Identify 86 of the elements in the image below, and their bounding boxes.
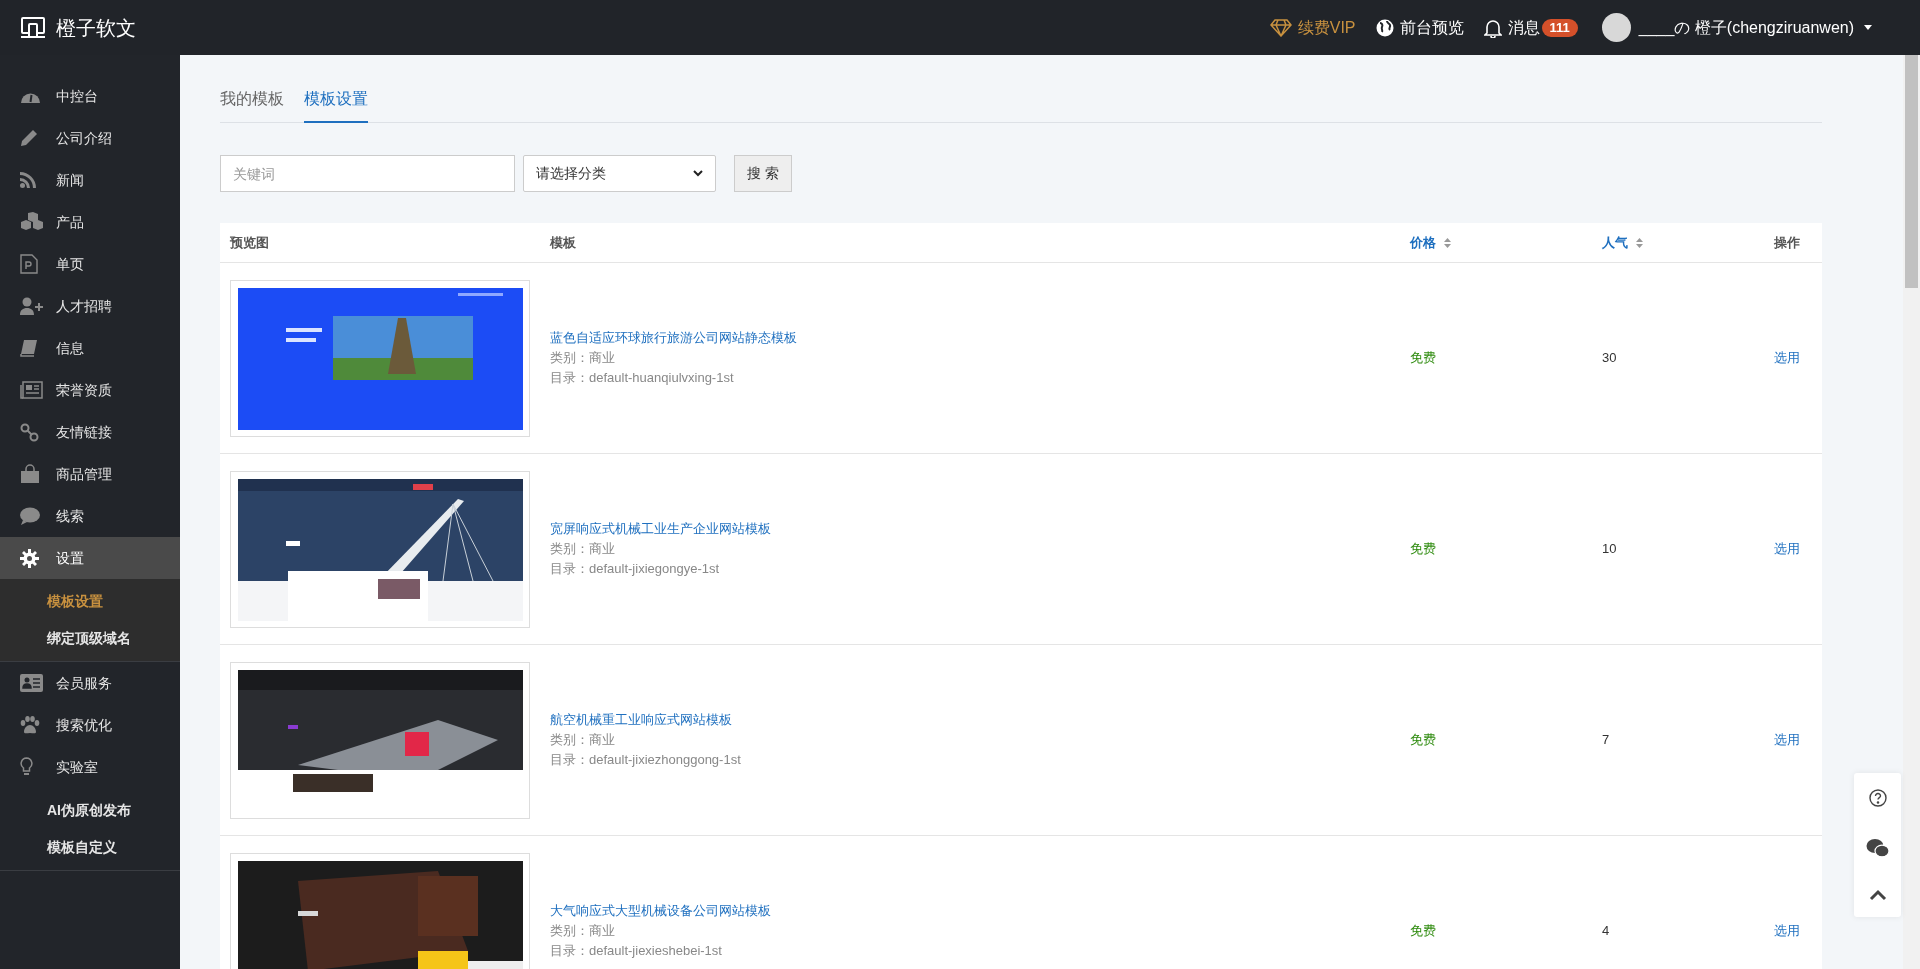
category-text: 类别：商业 [550, 922, 615, 940]
sidebar-item[interactable]: 实验室 [0, 746, 180, 788]
lightbulb-icon [20, 757, 33, 777]
keyword-field[interactable]: 关键词 [220, 155, 515, 192]
template-name-link[interactable]: 大气响应式大型机械设备公司网站模板 [550, 901, 771, 921]
search-button[interactable]: 搜 索 [734, 155, 792, 192]
category-select[interactable]: 请选择分类 [523, 155, 716, 192]
chevron-icon [693, 170, 703, 177]
popularity-text: 30 [1602, 350, 1617, 366]
category-text: 类别：商业 [550, 349, 615, 367]
template-name-link[interactable]: 宽屏响应式机械工业生产企业网站模板 [550, 519, 771, 539]
avatar-icon [1601, 13, 1631, 42]
sidebar-item[interactable]: 搜索优化 [0, 704, 180, 746]
newspaper-icon [20, 381, 43, 399]
link-icon [20, 422, 39, 442]
sidebar-item[interactable]: 产品 [0, 201, 180, 243]
user-menu[interactable]: ____の 橙子(chengziruanwen) [1638, 15, 1872, 40]
submenu-item[interactable]: 模板自定义 [0, 829, 180, 866]
speech-bubble-icon [20, 507, 40, 525]
price-text: 免费 [1410, 350, 1436, 366]
shopping-bag-icon [20, 464, 40, 484]
column-header: 模板 [550, 233, 576, 252]
popularity-text: 10 [1602, 541, 1617, 557]
user-plus-icon [20, 297, 43, 315]
sidebar-item[interactable]: 中控台 [0, 75, 180, 117]
template-name-link[interactable]: 蓝色自适应环球旅行旅游公司网站静态模板 [550, 328, 797, 348]
cubes-icon [20, 212, 44, 232]
gear-icon [20, 548, 39, 568]
sort-icon [1444, 237, 1451, 248]
sidebar-item[interactable]: 线索 [0, 495, 180, 537]
sidebar-item[interactable]: 荣誉资质 [0, 369, 180, 411]
sidebar-item[interactable]: 单页 [0, 243, 180, 285]
category-text: 类别：商业 [550, 731, 615, 749]
popularity-text: 7 [1602, 732, 1610, 748]
renew-vip-link[interactable]: 续费VIP [1269, 15, 1356, 40]
rss-icon [20, 172, 36, 188]
count-badge: 111 [1541, 18, 1578, 37]
directory-text: 目录：default-huanqiulvxing-1st [550, 369, 734, 387]
tab[interactable]: 我的模板 [220, 76, 284, 123]
monitor-icon [20, 15, 46, 40]
price-text: 免费 [1410, 732, 1436, 748]
back-to-top-icon[interactable] [1868, 889, 1887, 902]
sidebar-item[interactable]: 新闻 [0, 159, 180, 201]
caret-icon [1864, 25, 1872, 30]
paw-icon [20, 716, 40, 734]
select-link[interactable]: 选用 [1774, 348, 1800, 368]
site-preview-link[interactable]: 前台预览 [1375, 15, 1464, 40]
column-sort-header[interactable]: 价格 [1410, 232, 1451, 253]
sidebar-item[interactable]: 商品管理 [0, 453, 180, 495]
scrollbar[interactable] [1903, 55, 1920, 969]
column-header: 预览图 [230, 233, 269, 252]
select-link[interactable]: 选用 [1774, 921, 1800, 941]
tab[interactable]: 模板设置 [304, 76, 368, 123]
sidebar-item[interactable]: 友情链接 [0, 411, 180, 453]
select-link[interactable]: 选用 [1774, 539, 1800, 559]
template-name-link[interactable]: 航空机械重工业响应式网站模板 [550, 710, 732, 730]
messages-link[interactable]: 消息 [1483, 15, 1540, 40]
sort-icon [1636, 237, 1643, 248]
sidebar-item[interactable]: 人才招聘 [0, 285, 180, 327]
directory-text: 目录：default-jixiezhonggong-1st [550, 751, 741, 769]
column-header: 操作 [1774, 233, 1800, 252]
diamond-icon [1269, 18, 1292, 37]
id-card-icon [20, 674, 43, 692]
pencil-icon [20, 129, 38, 147]
sidebar-item[interactable]: 公司介绍 [0, 117, 180, 159]
chat-bubbles-icon[interactable] [1865, 838, 1890, 858]
sidebar-item[interactable]: 信息 [0, 327, 180, 369]
brand-name: 橙子软文 [56, 15, 136, 41]
submenu-item[interactable]: 绑定顶级域名 [0, 620, 180, 657]
globe-icon [1375, 18, 1394, 37]
submenu-item[interactable]: AI伪原创发布 [0, 792, 180, 829]
sidebar-item[interactable]: 设置 [0, 537, 180, 579]
directory-text: 目录：default-jiexieshebei-1st [550, 942, 722, 960]
price-text: 免费 [1410, 541, 1436, 557]
help-icon[interactable] [1868, 788, 1887, 807]
directory-text: 目录：default-jixiegongye-1st [550, 560, 720, 578]
bell-icon [1483, 17, 1502, 38]
select-link[interactable]: 选用 [1774, 730, 1800, 750]
sidebar-item[interactable]: 会员服务 [0, 662, 180, 704]
price-text: 免费 [1410, 923, 1436, 939]
book-icon [20, 339, 38, 357]
column-sort-header[interactable]: 人气 [1602, 232, 1643, 253]
category-text: 类别：商业 [550, 540, 615, 558]
submenu-item[interactable]: 模板设置 [0, 583, 180, 620]
popularity-text: 4 [1602, 923, 1610, 939]
document-p-icon [20, 254, 38, 274]
